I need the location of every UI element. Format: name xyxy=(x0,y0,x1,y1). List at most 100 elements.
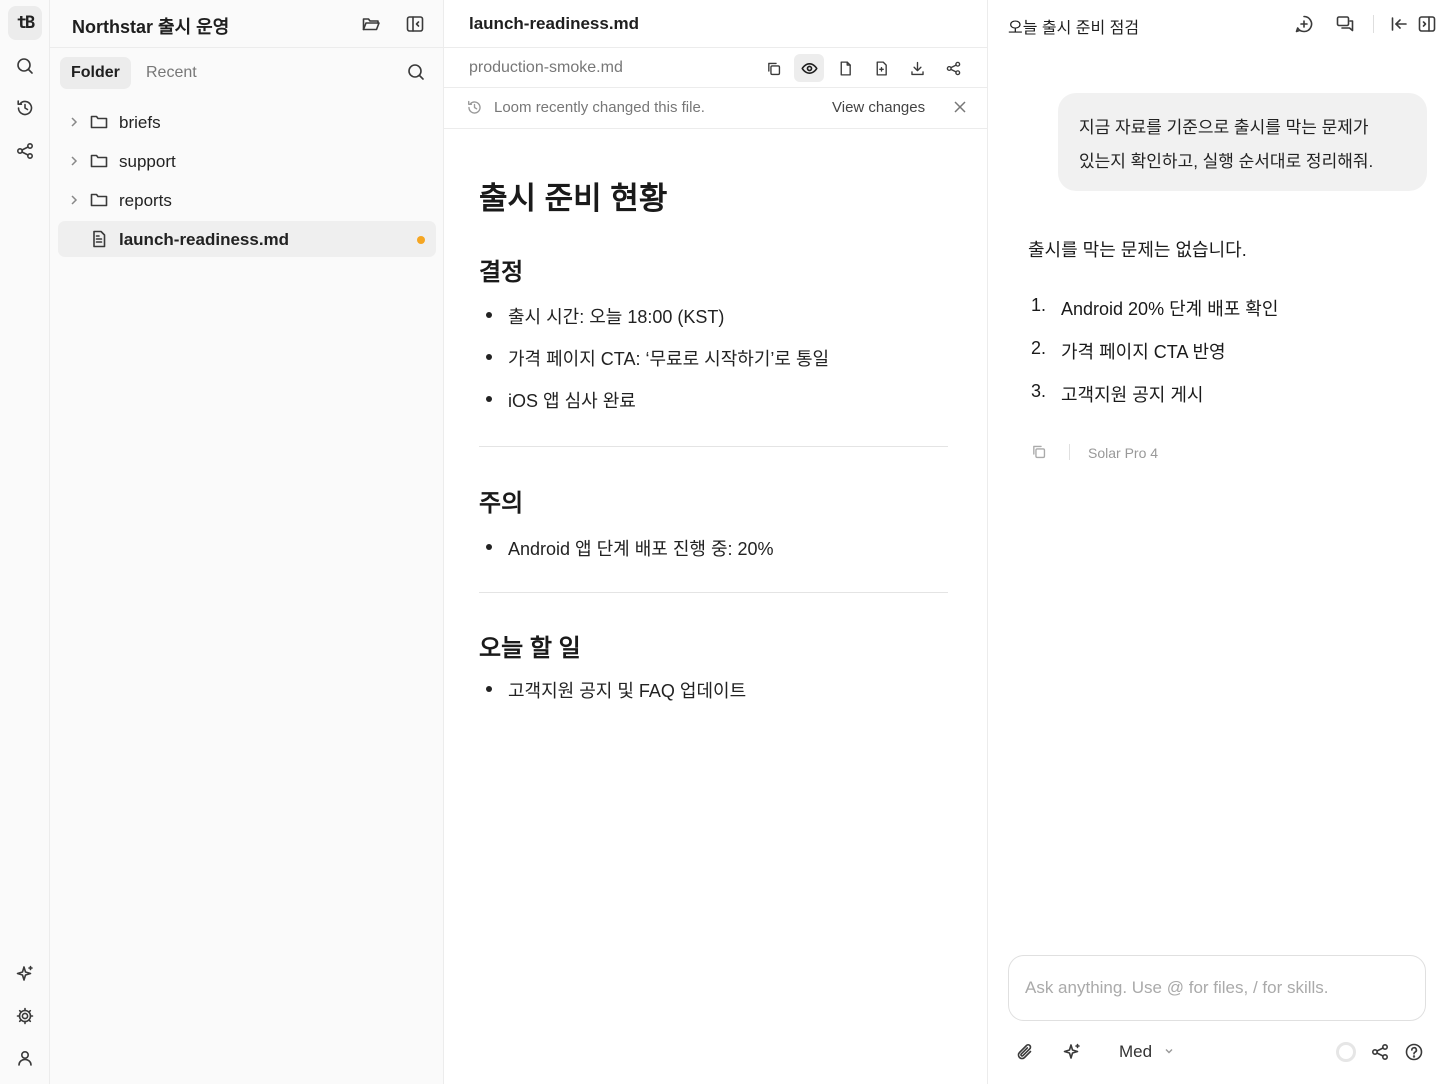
file-sidebar: Northstar 출시 운영 Folder Recent briefs sup… xyxy=(50,0,444,1084)
effort-select[interactable]: Med xyxy=(1119,1042,1152,1062)
toggle-panel-button[interactable] xyxy=(1415,12,1439,36)
header-separator xyxy=(1373,15,1374,33)
tree-item-label: briefs xyxy=(119,113,161,132)
close-icon[interactable] xyxy=(953,100,967,114)
search-icon xyxy=(17,58,33,74)
doc-list-item: 고객지원 공지 및 FAQ 업데이트 xyxy=(485,677,746,703)
answer-step: Android 20% 단계 배포 확인 xyxy=(1061,299,1279,319)
collapse-sidebar-button[interactable] xyxy=(403,12,427,36)
sparkle-icon xyxy=(16,965,33,981)
preview-toggle-button[interactable] xyxy=(794,54,824,82)
tree-item-label: launch-readiness.md xyxy=(119,230,290,249)
doc-list-item: iOS 앱 심사 완료 xyxy=(486,387,636,413)
chat-input[interactable] xyxy=(1025,976,1405,1000)
new-chat-button[interactable] xyxy=(1292,12,1316,36)
doc-divider xyxy=(479,446,948,447)
arrow-left-bar-icon xyxy=(1391,17,1407,31)
app-logo[interactable]: tB xyxy=(8,6,42,40)
rail-settings-button[interactable] xyxy=(8,999,42,1033)
chat-pane: 오늘 출시 준비 점검 지금 자료를 기준으로 출시를 막는 문제가 있는지 확… xyxy=(988,0,1451,1084)
copy-icon[interactable] xyxy=(1030,443,1047,460)
chats-icon xyxy=(1336,16,1354,32)
doc-list-item: 가격 페이지 CTA: ‘무료로 시작하기’로 통일 xyxy=(485,345,829,371)
meta-separator xyxy=(1069,444,1070,460)
workspace-title: Northstar 출시 운영 xyxy=(72,17,230,37)
chevron-right-icon xyxy=(71,156,78,166)
share-graph-icon xyxy=(16,142,34,160)
chat-history-button[interactable] xyxy=(1333,12,1357,36)
chat-plus-icon xyxy=(1295,15,1313,33)
answer-step-number: 1. xyxy=(1031,295,1047,315)
gear-icon xyxy=(16,1007,34,1025)
answer-step-number: 3. xyxy=(1031,381,1047,401)
sidebar-header: Northstar 출시 운영 xyxy=(50,0,444,48)
chat-composer xyxy=(1008,955,1426,1021)
doc-heading: 주의 xyxy=(479,490,524,517)
rail-graph-button[interactable] xyxy=(8,134,42,168)
answer-headline: 출시를 막는 문제는 없습니다. xyxy=(1028,240,1247,260)
share-graph-icon xyxy=(946,61,960,75)
rail-sparkle-button[interactable] xyxy=(8,957,42,991)
share-button[interactable] xyxy=(938,54,968,82)
tab-folder[interactable]: Folder xyxy=(60,57,131,89)
history-icon xyxy=(468,100,481,114)
copy-icon xyxy=(767,62,780,75)
unsaved-dot xyxy=(417,236,425,244)
answer-step: 고객지원 공지 게시 xyxy=(1061,385,1204,405)
editor-pane: launch-readiness.md production-smoke.md … xyxy=(444,0,988,1084)
tree-item-label: reports xyxy=(119,191,172,210)
download-button[interactable] xyxy=(902,54,932,82)
notice-text: Loom recently changed this file. xyxy=(494,99,705,116)
rail-account-button[interactable] xyxy=(8,1041,42,1075)
change-notice-banner: Loom recently changed this file. View ch… xyxy=(444,88,988,129)
doc-divider xyxy=(479,592,948,593)
open-folder-button[interactable] xyxy=(359,12,383,36)
tree-item-launch-readiness[interactable]: launch-readiness.md xyxy=(58,221,436,257)
app-logo-text: tB xyxy=(16,13,36,33)
search-icon xyxy=(408,64,424,80)
download-icon xyxy=(910,61,924,75)
folder-open-icon xyxy=(362,18,380,31)
history-icon xyxy=(17,100,33,116)
tree-item-label: support xyxy=(119,152,176,171)
doc-heading: 오늘 할 일 xyxy=(479,635,581,662)
view-changes-link[interactable]: View changes xyxy=(832,99,925,116)
editor-toolbar: production-smoke.md xyxy=(444,48,988,88)
paperclip-icon xyxy=(1017,1044,1032,1060)
help-button[interactable] xyxy=(1402,1040,1426,1064)
tab-recent[interactable]: Recent xyxy=(135,57,208,89)
collapse-left-button[interactable] xyxy=(1387,12,1411,36)
rail-history-button[interactable] xyxy=(8,91,42,125)
file-icon xyxy=(840,60,851,76)
source-view-button[interactable] xyxy=(830,54,860,82)
chevron-right-icon xyxy=(71,195,78,205)
attach-button[interactable] xyxy=(1013,1040,1037,1064)
folder-icon xyxy=(90,193,108,207)
chevron-down-icon[interactable] xyxy=(1164,1046,1174,1056)
tree-item-reports[interactable]: reports xyxy=(58,182,436,218)
answer-step: 가격 페이지 CTA 반영 xyxy=(1061,342,1226,362)
sidebar-search-button[interactable] xyxy=(406,62,426,82)
chat-title: 오늘 출시 준비 점검 xyxy=(1008,20,1140,37)
chat-share-button[interactable] xyxy=(1368,1040,1392,1064)
doc-list-item: Android 앱 단계 배포 진행 중: 20% xyxy=(486,535,774,561)
sidebar-collapse-icon xyxy=(406,16,424,32)
eye-icon xyxy=(800,62,818,74)
icon-rail: tB xyxy=(0,0,50,1084)
file-diff-icon xyxy=(876,60,887,76)
context-usage-ring xyxy=(1336,1042,1356,1062)
editor-header: launch-readiness.md xyxy=(444,0,988,48)
user-icon xyxy=(18,1050,32,1066)
chat-header: 오늘 출시 준비 점검 xyxy=(988,0,1451,48)
share-graph-icon xyxy=(1371,1043,1389,1061)
doc-heading: 결정 xyxy=(479,259,524,286)
tree-item-support[interactable]: support xyxy=(58,143,436,179)
copy-button[interactable] xyxy=(758,54,788,82)
help-circle-icon xyxy=(1405,1043,1423,1061)
sub-file-name[interactable]: production-smoke.md xyxy=(469,59,623,77)
rail-search-button[interactable] xyxy=(8,49,42,83)
skills-button[interactable] xyxy=(1060,1040,1084,1064)
diff-button[interactable] xyxy=(866,54,896,82)
file-text-icon xyxy=(93,230,106,248)
tree-item-briefs[interactable]: briefs xyxy=(58,104,436,140)
